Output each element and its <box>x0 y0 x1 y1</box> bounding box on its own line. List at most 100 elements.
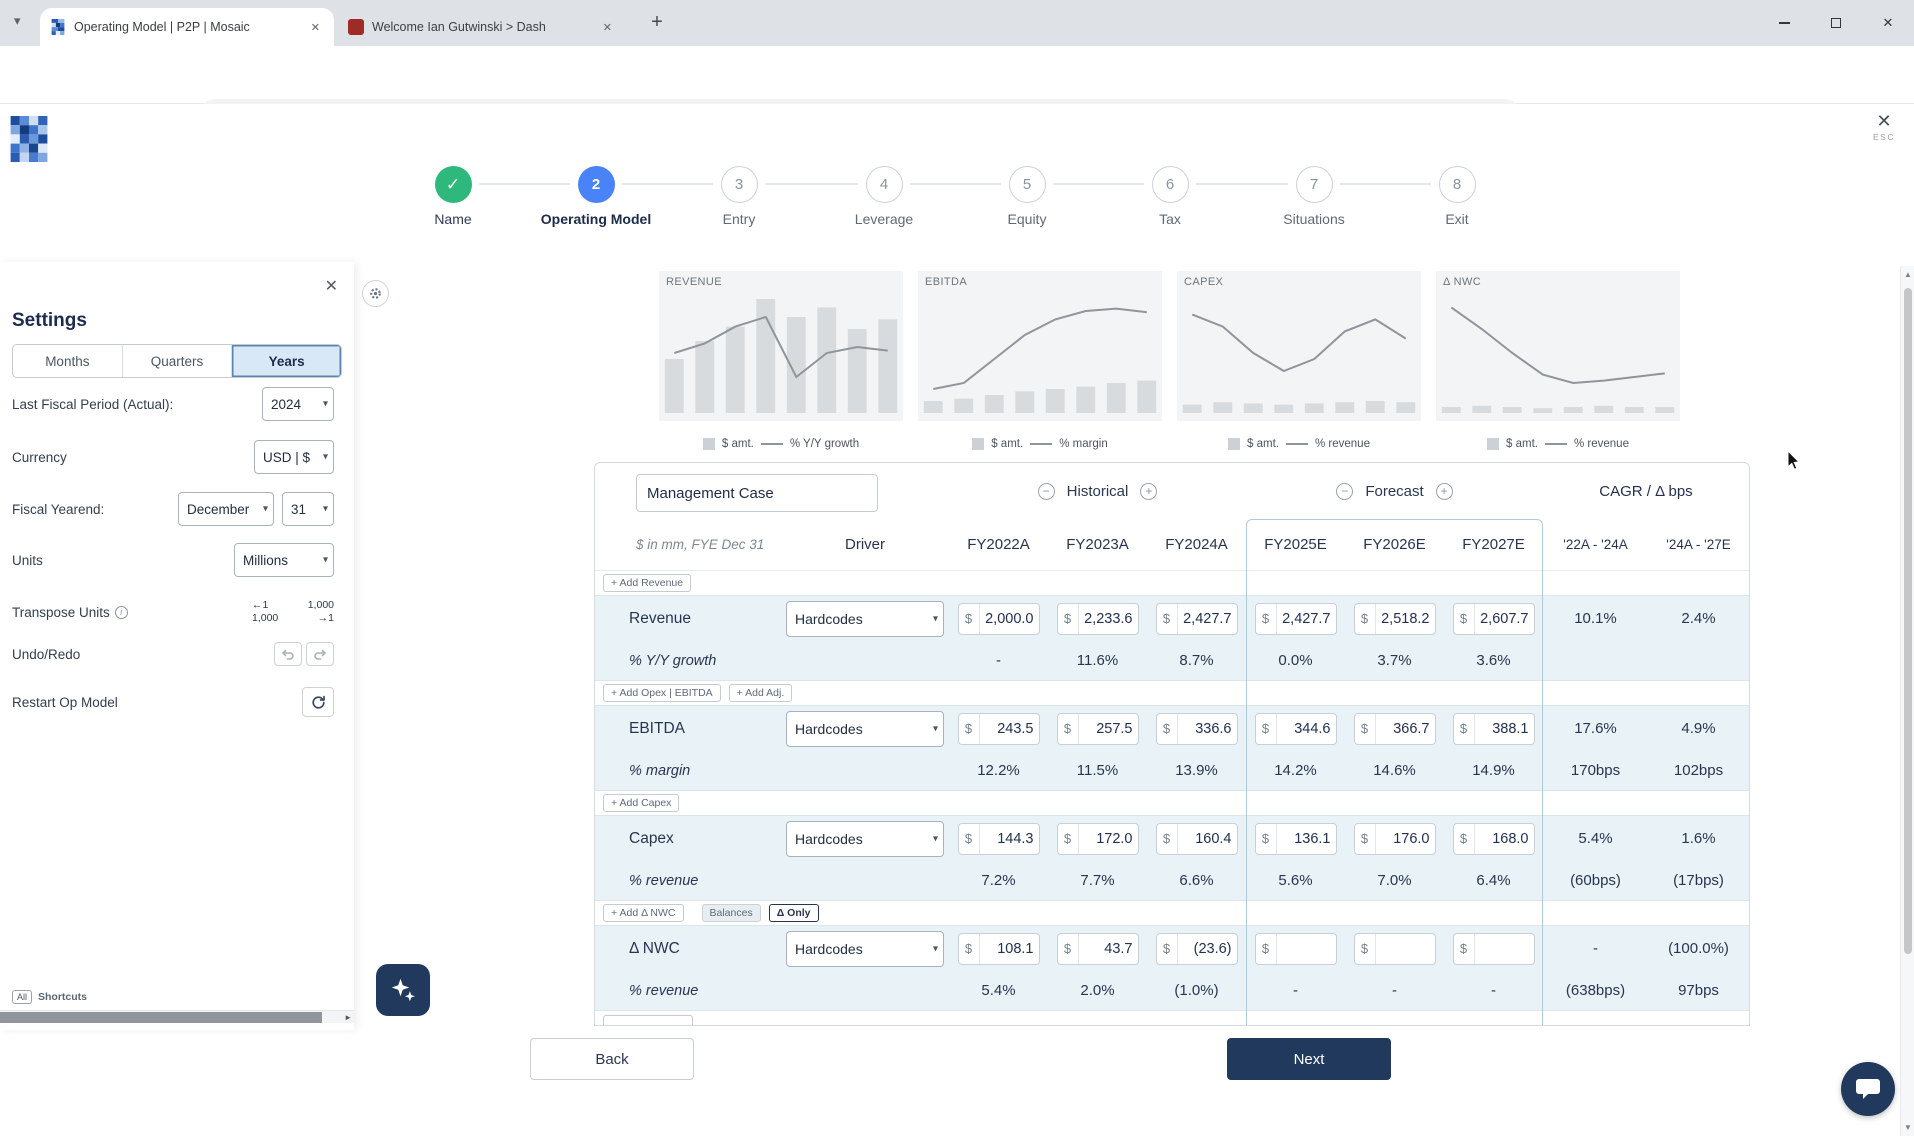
money-cell: $ <box>1057 933 1139 965</box>
restart-op-model-button[interactable] <box>302 687 334 717</box>
scroll-right-arrow-icon[interactable]: ► <box>344 1013 352 1022</box>
add-capex-chip[interactable]: + Add Capex <box>603 794 679 812</box>
scroll-down-arrow-icon[interactable]: ▼ <box>1901 1123 1914 1132</box>
period-years-button[interactable]: Years <box>232 345 341 377</box>
maximize-button[interactable] <box>1810 0 1862 46</box>
nwc-driver-select[interactable]: Hardcodes <box>786 931 944 967</box>
cagr-column-header: '22A - '24A <box>1543 537 1648 552</box>
line-swatch-icon <box>1545 443 1567 445</box>
value-input[interactable] <box>1475 611 1534 627</box>
value-input[interactable] <box>980 721 1039 737</box>
redo-button[interactable] <box>306 642 334 666</box>
money-cell: $ <box>1354 603 1436 635</box>
new-tab-button[interactable]: + <box>644 10 670 36</box>
currency-label: Currency <box>12 450 67 465</box>
revenue-mini-chart: REVENUE <box>659 271 903 421</box>
add-chip[interactable] <box>603 1015 693 1026</box>
value-input[interactable] <box>1079 721 1138 737</box>
value-input[interactable] <box>1079 941 1138 957</box>
settings-close-icon[interactable]: ✕ <box>325 276 338 296</box>
transpose-units-control[interactable]: ←11,000 1,000→1 <box>252 599 334 625</box>
ebitda-driver-select[interactable]: Hardcodes <box>786 711 944 747</box>
historical-remove-column-button[interactable]: − <box>1038 483 1055 500</box>
undo-button[interactable] <box>274 642 302 666</box>
ai-assistant-button[interactable] <box>376 964 430 1016</box>
last-fiscal-select[interactable]: 2024 <box>262 387 334 421</box>
value-input[interactable] <box>1277 941 1336 957</box>
add-adj-chip[interactable]: + Add Adj. <box>729 684 793 702</box>
step-leverage[interactable]: 4 Leverage <box>809 166 959 227</box>
cagr-value: (100.0%) <box>1648 940 1749 957</box>
add-nwc-chip[interactable]: + Add Δ NWC <box>603 904 684 922</box>
settings-gear-button[interactable] <box>362 280 389 307</box>
money-cell: $ <box>958 713 1040 745</box>
value-input[interactable] <box>1475 831 1534 847</box>
minimize-button[interactable] <box>1758 0 1810 46</box>
tab-close-icon[interactable]: ✕ <box>307 19 324 36</box>
value-input[interactable] <box>1277 611 1336 627</box>
add-revenue-chip[interactable]: + Add Revenue <box>603 574 691 592</box>
tab-search-chevron-icon[interactable]: ▾ <box>14 13 21 29</box>
column-header: FY2025E <box>1246 536 1345 553</box>
value-input[interactable] <box>1376 941 1435 957</box>
step-situations[interactable]: 7 Situations <box>1239 166 1389 227</box>
step-exit[interactable]: 8 Exit <box>1382 166 1532 227</box>
units-select[interactable]: Millions <box>234 543 334 577</box>
scrollbar-thumb[interactable] <box>0 1012 322 1023</box>
value-input[interactable] <box>980 941 1039 957</box>
nwc-balances-toggle[interactable]: Balances <box>702 904 761 922</box>
tab-operating-model[interactable]: Operating Model | P2P | Mosaic ✕ <box>40 8 334 46</box>
fye-day-select[interactable]: 31 <box>282 492 334 526</box>
shortcuts-badge[interactable]: All <box>12 990 32 1004</box>
tab-welcome-dashboard[interactable]: Welcome Ian Gutwinski > Dash ✕ <box>338 8 626 46</box>
value-input[interactable] <box>1277 831 1336 847</box>
restart-op-model-label: Restart Op Model <box>12 695 118 710</box>
step-equity[interactable]: 5 Equity <box>952 166 1102 227</box>
next-button[interactable]: Next <box>1227 1038 1391 1080</box>
chat-support-button[interactable] <box>1841 1062 1895 1116</box>
capex-driver-select[interactable]: Hardcodes <box>786 821 944 857</box>
value-input[interactable] <box>980 831 1039 847</box>
close-window-button[interactable]: ✕ <box>1862 0 1914 46</box>
fye-month-select[interactable]: December <box>178 492 274 526</box>
panel-horizontal-scrollbar[interactable]: ► <box>0 1010 354 1023</box>
value-input[interactable] <box>980 611 1039 627</box>
value-input[interactable] <box>1475 721 1534 737</box>
historical-add-column-button[interactable]: + <box>1140 483 1157 500</box>
back-button[interactable]: Back <box>530 1038 694 1080</box>
value-input[interactable] <box>1376 831 1435 847</box>
period-months-button[interactable]: Months <box>13 345 123 377</box>
value-input[interactable] <box>1079 611 1138 627</box>
case-name-input[interactable] <box>636 474 878 512</box>
tab-close-icon[interactable]: ✕ <box>599 19 616 36</box>
step-tax[interactable]: 6 Tax <box>1095 166 1245 227</box>
step-entry[interactable]: 3 Entry <box>664 166 814 227</box>
currency-select[interactable]: USD | $ <box>254 440 334 474</box>
value-input[interactable] <box>1178 941 1237 957</box>
forecast-add-column-button[interactable]: + <box>1436 483 1453 500</box>
revenue-driver-select[interactable]: Hardcodes <box>786 601 944 637</box>
value-input[interactable] <box>1475 941 1534 957</box>
scrollbar-thumb[interactable] <box>1904 288 1912 954</box>
step-operating-model[interactable]: 2 Operating Model <box>521 166 671 227</box>
value-input[interactable] <box>1376 611 1435 627</box>
value-input[interactable] <box>1178 831 1237 847</box>
page-vertical-scrollbar[interactable]: ▲ ▼ <box>1900 266 1914 1136</box>
add-opex-chip[interactable]: + Add Opex | EBITDA <box>603 684 721 702</box>
info-icon[interactable]: i <box>115 606 128 619</box>
value-input[interactable] <box>1079 831 1138 847</box>
value-input[interactable] <box>1178 611 1237 627</box>
nwc-delta-only-toggle[interactable]: Δ Only <box>769 904 819 922</box>
forecast-remove-column-button[interactable]: − <box>1336 483 1353 500</box>
close-wizard-button[interactable]: ✕ ESC <box>1862 112 1906 142</box>
add-nwc-row: + Add Δ NWC Balances Δ Only <box>595 901 1749 925</box>
scroll-up-arrow-icon[interactable]: ▲ <box>1901 270 1914 279</box>
settings-title: Settings <box>12 310 87 332</box>
step-name[interactable]: ✓ Name <box>378 166 528 227</box>
value-input[interactable] <box>1376 721 1435 737</box>
value-input[interactable] <box>1277 721 1336 737</box>
period-quarters-button[interactable]: Quarters <box>123 345 233 377</box>
nwc-mini-chart: Δ NWC <box>1436 271 1680 421</box>
value-input[interactable] <box>1178 721 1237 737</box>
row-label: Capex <box>595 830 781 848</box>
